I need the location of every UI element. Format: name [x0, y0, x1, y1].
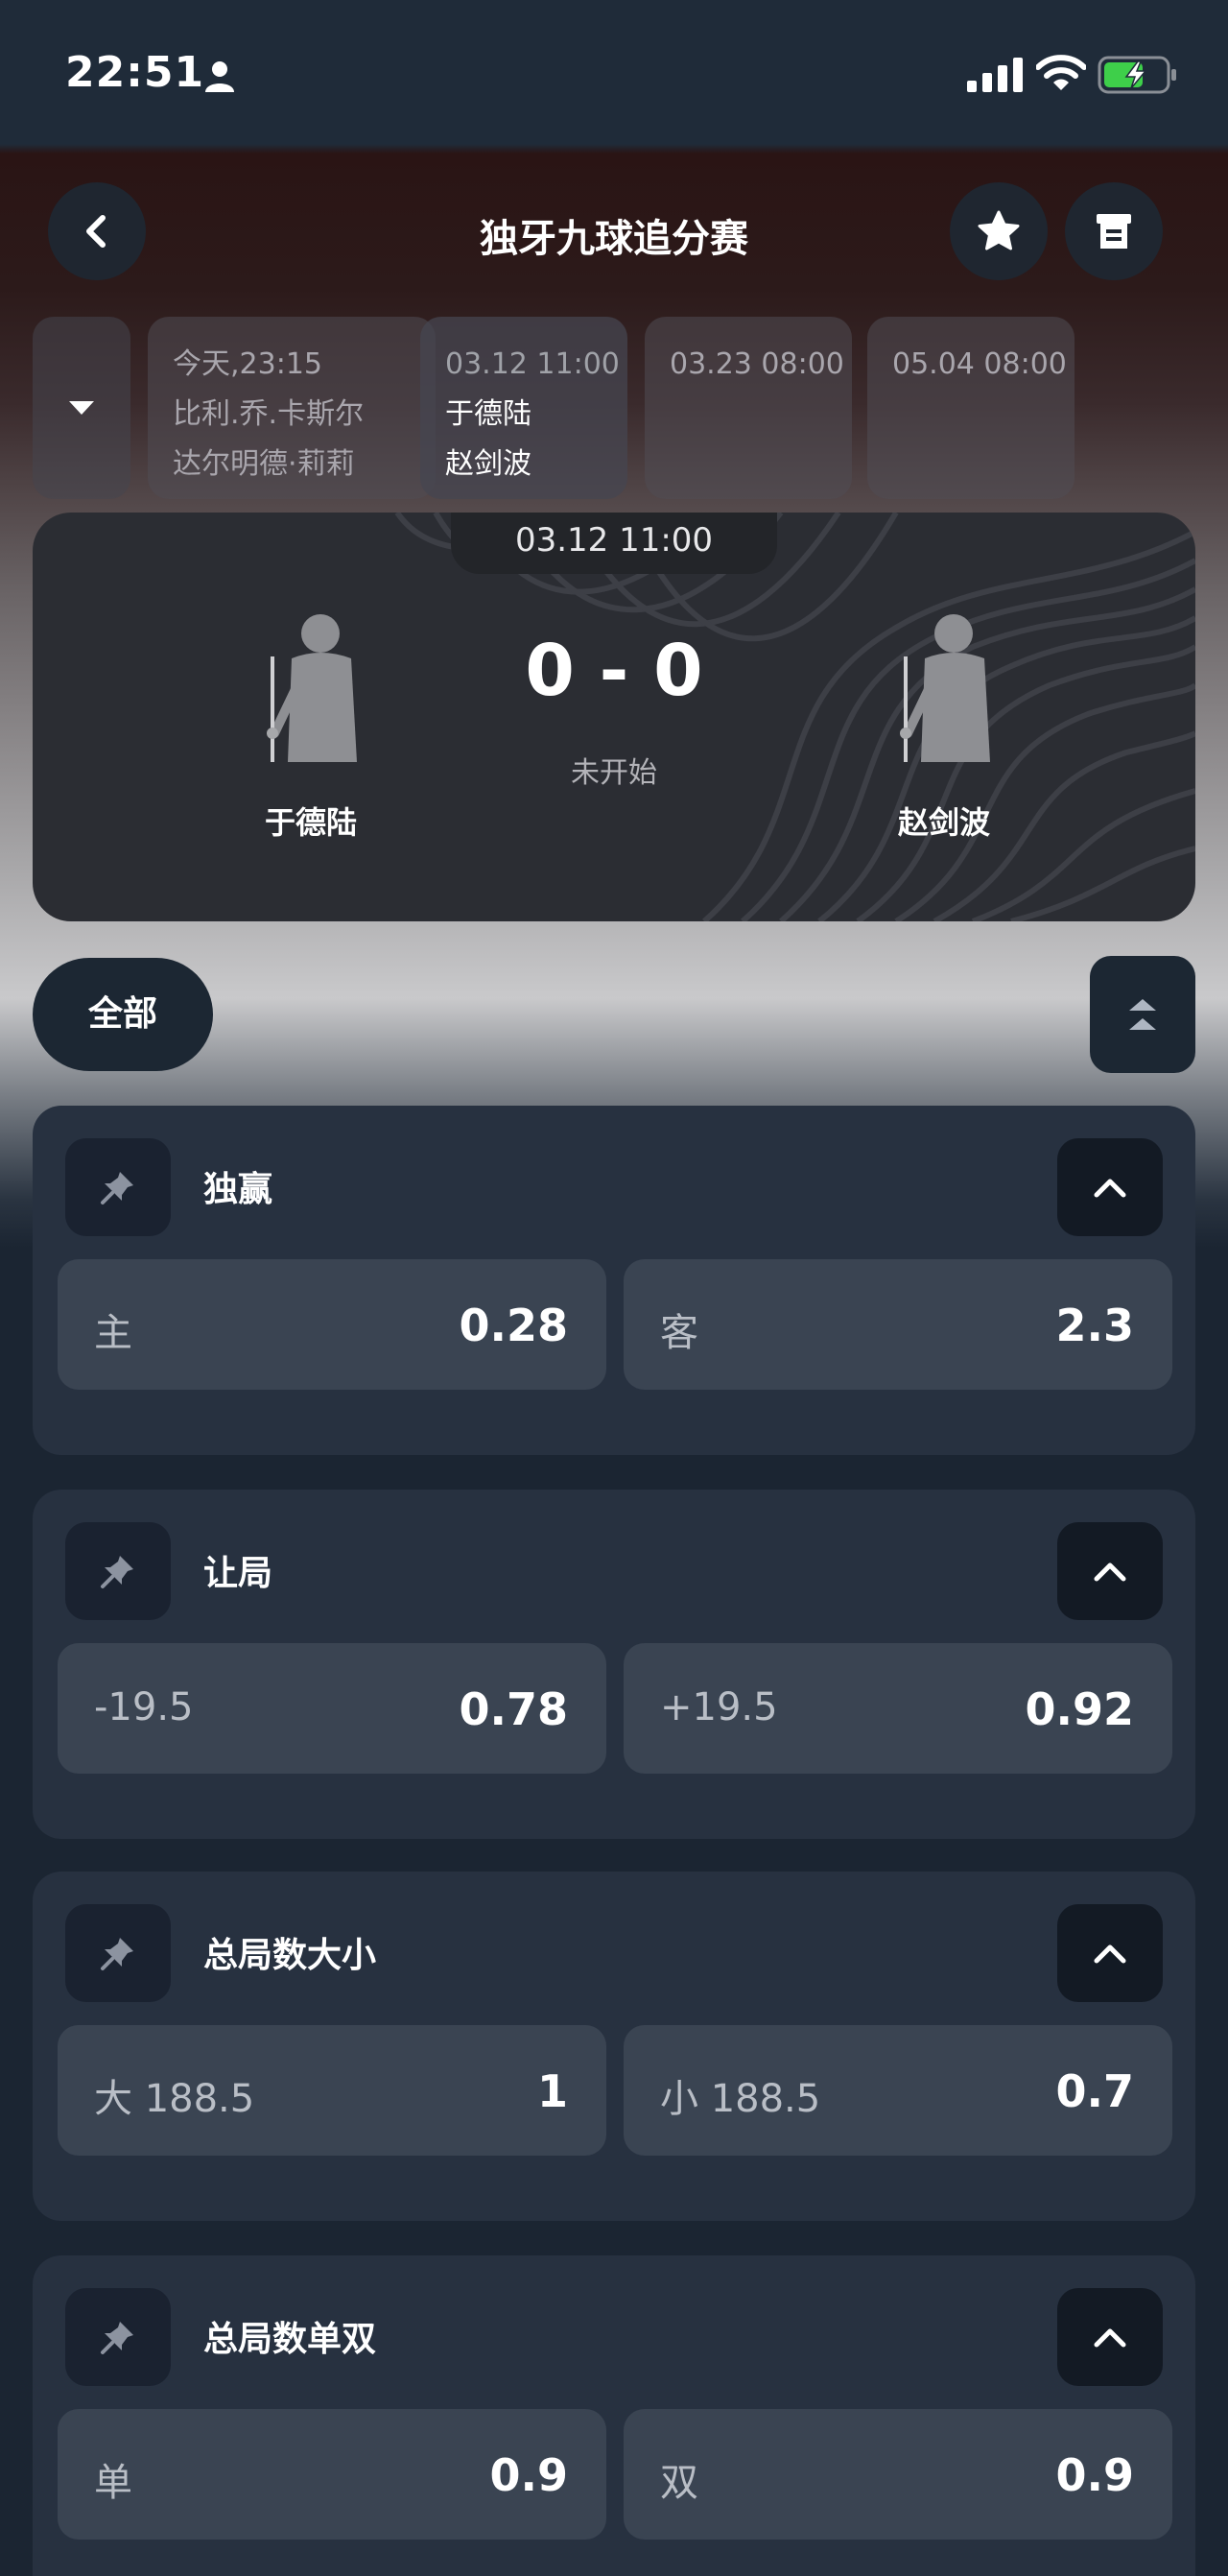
odds-button[interactable]: 大 188.5 1: [58, 2025, 606, 2156]
market-card: 独赢 主 0.28 客 2.3: [33, 1106, 1195, 1455]
odds-label: 主: [94, 1311, 132, 1355]
double-chevron-up-icon: [1129, 999, 1156, 1030]
away-player-name: 赵剑波: [897, 804, 990, 841]
odds-label: 客: [660, 1311, 698, 1355]
odds-value: 2.3: [1055, 1300, 1135, 1351]
market-title: 独赢: [203, 1170, 273, 1209]
match-card-active[interactable]: 03.12 11:00 于德陆 赵剑波: [420, 317, 627, 499]
match-player: 达尔明德·莉莉: [173, 447, 355, 481]
match-player: 于德陆: [445, 397, 531, 431]
caret-down-icon: [69, 401, 94, 415]
chevron-up-icon: [1094, 1944, 1126, 1964]
odds-value: 0.9: [1055, 2449, 1135, 2501]
match-time: 03.23 08:00: [670, 347, 844, 381]
odds-button[interactable]: 主 0.28: [58, 1259, 606, 1390]
status-time: 22:51: [65, 48, 205, 97]
odds-button[interactable]: 小 188.5 0.7: [624, 2025, 1172, 2156]
odds-value: 0.7: [1055, 2065, 1135, 2117]
odds-button[interactable]: +19.5 0.92: [624, 1643, 1172, 1774]
match-time: 今天,23:15: [173, 347, 322, 381]
match-time: 03.12 11:00: [445, 347, 620, 381]
market-card: 总局数单双 单 0.9 双 0.9: [33, 2255, 1195, 2576]
match-date: 03.12 11:00: [451, 513, 777, 574]
match-card[interactable]: 05.04 08:00: [867, 317, 1074, 499]
pin-button[interactable]: [65, 2288, 171, 2386]
away-player: 赵剑波: [829, 599, 1059, 843]
market-title: 总局数单双: [203, 2320, 377, 2359]
match-player: 赵剑波: [445, 447, 531, 481]
match-strip: 今天,23:15 比利.乔.卡斯尔 达尔明德·莉莉 03.12 11:00 于德…: [33, 317, 1228, 499]
collapse-market-button[interactable]: [1057, 2288, 1163, 2386]
pin-button[interactable]: [65, 1138, 171, 1236]
battery-icon: [1098, 56, 1176, 94]
odds-label: 大 188.5: [94, 2077, 255, 2121]
chevron-up-icon: [1094, 1562, 1126, 1582]
pin-icon: [101, 1938, 133, 1970]
pin-button[interactable]: [65, 1522, 171, 1620]
market-title: 总局数大小: [203, 1936, 377, 1975]
pin-icon: [101, 1172, 133, 1205]
pin-icon: [101, 1556, 133, 1588]
document-icon: [1097, 214, 1131, 249]
match-time: 05.04 08:00: [892, 347, 1067, 381]
odds-button[interactable]: 双 0.9: [624, 2409, 1172, 2540]
odds-button[interactable]: 单 0.9: [58, 2409, 606, 2540]
player-silhouette-icon: [900, 614, 990, 762]
status-bar: 22:51: [0, 0, 1228, 144]
stats-button[interactable]: [1065, 182, 1163, 280]
pin-icon: [101, 2322, 133, 2354]
home-player-name: 于德陆: [264, 804, 357, 841]
collapse-market-button[interactable]: [1057, 1522, 1163, 1620]
chevron-up-icon: [1094, 2328, 1126, 2348]
odds-label: -19.5: [94, 1685, 194, 1729]
star-icon: [978, 210, 1020, 250]
collapse-all-button[interactable]: [1090, 956, 1195, 1073]
expand-matches-button[interactable]: [33, 317, 130, 499]
odds-button[interactable]: -19.5 0.78: [58, 1643, 606, 1774]
match-card[interactable]: 今天,23:15 比利.乔.卡斯尔 达尔明德·莉莉: [148, 317, 436, 499]
odds-label: 小 188.5: [660, 2077, 821, 2121]
odds-label: 双: [660, 2461, 698, 2505]
market-card: 总局数大小 大 188.5 1 小 188.5 0.7: [33, 1872, 1195, 2221]
scoreboard-card: 03.12 11:00 于德陆 0 - 0 未开始 赵剑波: [33, 513, 1195, 921]
market-card: 让局 -19.5 0.78 +19.5 0.92: [33, 1490, 1195, 1839]
pin-button[interactable]: [65, 1904, 171, 2002]
collapse-market-button[interactable]: [1057, 1138, 1163, 1236]
odds-value: 1: [536, 2065, 568, 2117]
person-icon: [205, 61, 234, 92]
wifi-icon: [1036, 55, 1086, 90]
signal-icon: [967, 58, 1023, 92]
odds-button[interactable]: 客 2.3: [624, 1259, 1172, 1390]
odds-value: 0.92: [1025, 1683, 1135, 1735]
odds-label: 单: [94, 2461, 132, 2505]
favorite-button[interactable]: [950, 182, 1048, 280]
market-title: 让局: [203, 1554, 273, 1593]
odds-value: 0.78: [459, 1683, 569, 1735]
odds-value: 0.28: [459, 1300, 569, 1351]
filter-all-button[interactable]: 全部: [33, 958, 213, 1071]
chevron-up-icon: [1094, 1179, 1126, 1198]
top-nav: 独牙九球追分赛: [0, 173, 1228, 288]
odds-value: 0.9: [489, 2449, 569, 2501]
match-card[interactable]: 03.23 08:00: [645, 317, 852, 499]
match-player: 比利.乔.卡斯尔: [173, 397, 365, 431]
odds-label: +19.5: [660, 1685, 778, 1729]
collapse-market-button[interactable]: [1057, 1904, 1163, 2002]
